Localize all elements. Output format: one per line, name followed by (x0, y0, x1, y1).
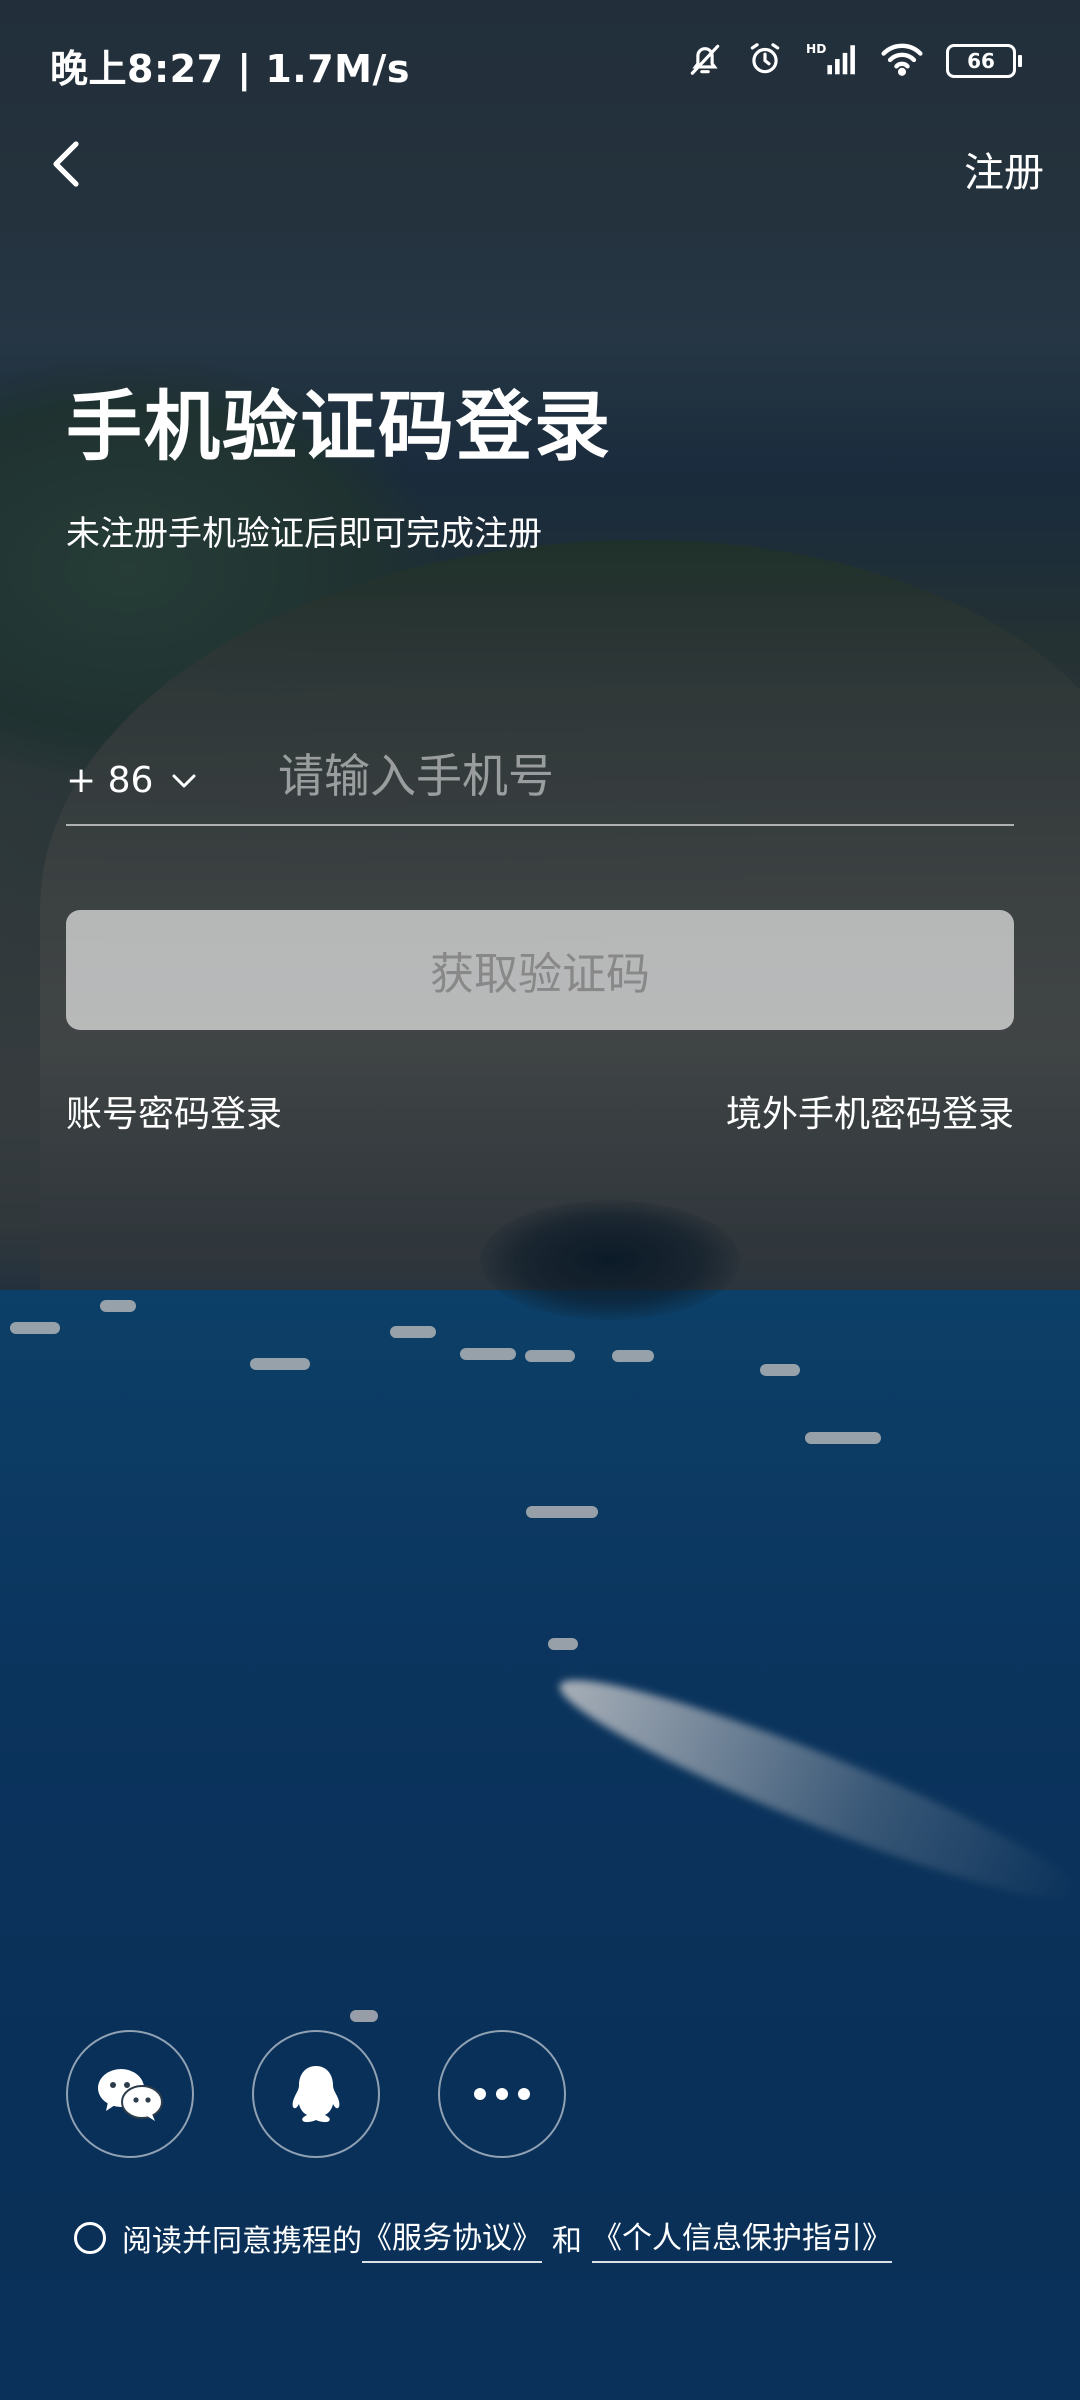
mute-bell-icon (686, 40, 724, 82)
back-button[interactable] (48, 138, 88, 190)
status-bar: 晚上8:27 | 1.7M/s HD 66 (0, 0, 1080, 130)
agreement-row: 阅读并同意携程的 《服务协议》 和 《个人信息保护指引》 (74, 2213, 892, 2263)
battery-level: 66 (946, 44, 1016, 78)
chevron-left-icon (53, 141, 79, 187)
wechat-icon (98, 2069, 163, 2121)
alarm-icon (746, 40, 784, 82)
more-dots-icon (474, 2088, 530, 2100)
get-verification-code-button[interactable]: 获取验证码 (66, 910, 1014, 1030)
country-code-selector[interactable]: + 86 (66, 760, 197, 801)
agreement-prefix: 阅读并同意携程的 (122, 2224, 362, 2259)
privacy-guide-link[interactable]: 《个人信息保护指引》 (592, 2213, 892, 2263)
phone-input-row: + 86 (66, 740, 1014, 826)
register-link[interactable]: 注册 (964, 140, 1044, 198)
svg-text:HD: HD (806, 42, 826, 56)
status-time: 晚上8:27 | 1.7M/s (50, 47, 410, 91)
service-terms-link[interactable]: 《服务协议》 (362, 2213, 542, 2263)
more-login-options-button[interactable] (438, 2030, 566, 2158)
page-title: 手机验证码登录 (66, 382, 612, 471)
battery-icon: 66 (946, 44, 1022, 78)
wifi-icon (880, 40, 924, 82)
agreement-conjunction: 和 (552, 2224, 582, 2259)
page-subtitle: 未注册手机验证后即可完成注册 (66, 514, 542, 554)
login-screen: 晚上8:27 | 1.7M/s HD 66 注册 手机验证码登录 未注册手机验证… (0, 0, 1080, 2400)
hd-signal-icon: HD (806, 40, 858, 82)
password-login-link[interactable]: 账号密码登录 (66, 1085, 282, 1137)
chevron-down-icon (172, 774, 196, 787)
country-code-value: + 86 (66, 760, 154, 801)
qq-login-button[interactable] (252, 2030, 380, 2158)
agreement-checkbox[interactable] (74, 2222, 106, 2254)
phone-number-input[interactable] (276, 740, 1000, 812)
social-login-row (66, 2030, 566, 2158)
status-icons: HD 66 (686, 40, 1022, 82)
qq-penguin-icon (292, 2066, 340, 2123)
wechat-login-button[interactable] (66, 2030, 194, 2158)
overseas-password-login-link[interactable]: 境外手机密码登录 (726, 1085, 1014, 1137)
